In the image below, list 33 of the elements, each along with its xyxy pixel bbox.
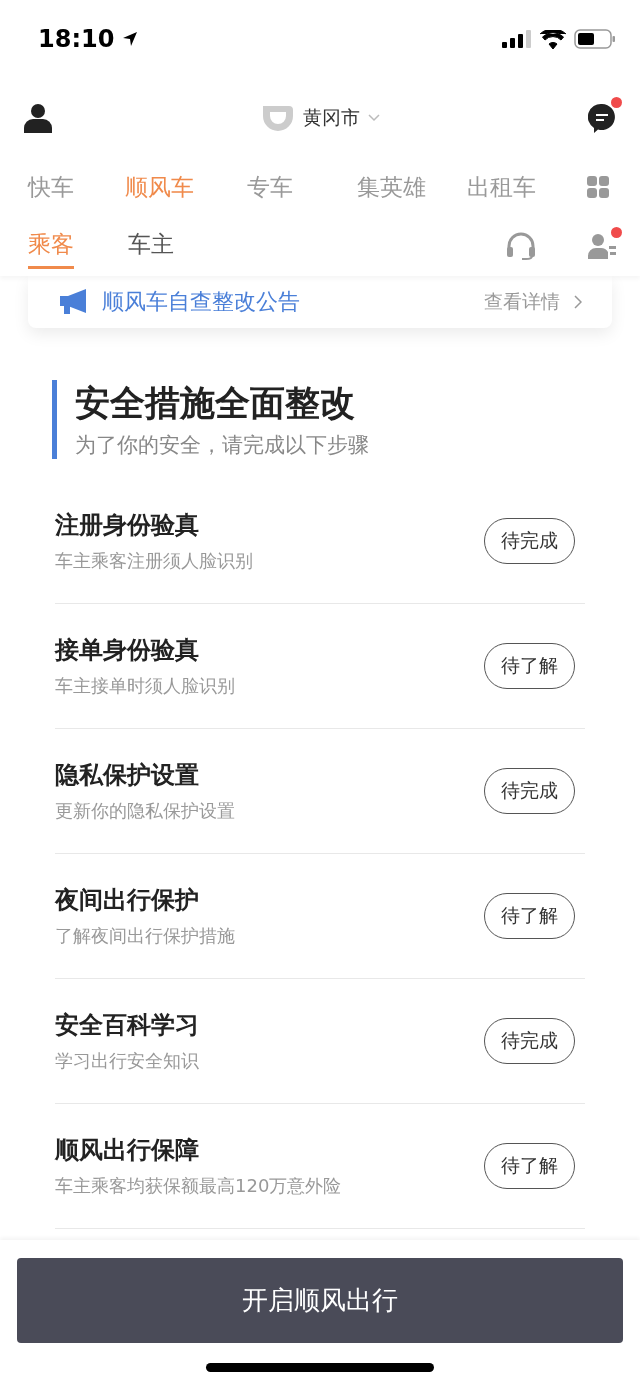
- profile-icon[interactable]: [24, 103, 52, 133]
- section-title: 安全措施全面整改: [75, 382, 356, 425]
- location-arrow-icon: [122, 31, 139, 47]
- signal-icon: [502, 30, 532, 48]
- step-description: 更新你的隐私保护设置: [55, 799, 235, 823]
- driver-profile-icon[interactable]: [588, 233, 616, 259]
- step-title: 隐私保护设置: [55, 760, 200, 791]
- section-subtitle: 为了你的安全，请完成以下步骤: [75, 432, 370, 459]
- grid-icon[interactable]: [587, 176, 609, 198]
- step-title: 接单身份验真: [55, 635, 200, 666]
- message-icon[interactable]: [588, 103, 616, 133]
- step-title: 顺风出行保障: [55, 1135, 200, 1166]
- start-button[interactable]: 开启顺风出行: [17, 1258, 623, 1343]
- city-selector[interactable]: 黄冈市: [302, 105, 360, 131]
- logo-icon: [260, 104, 295, 132]
- notice-text: 顺风车自查整改公告: [102, 288, 301, 316]
- headset-icon[interactable]: [506, 232, 536, 260]
- role-tab[interactable]: 车主: [128, 223, 174, 269]
- step-description: 车主乘客均获保额最高120万意外险: [55, 1174, 342, 1198]
- step-description: 了解夜间出行保护措施: [55, 924, 235, 948]
- step-title: 夜间出行保护: [55, 885, 200, 916]
- wifi-icon: [540, 29, 566, 49]
- chevron-right-icon[interactable]: [574, 295, 582, 309]
- status-time: 18:10: [38, 25, 115, 53]
- megaphone-icon: [58, 289, 88, 315]
- chevron-down-icon[interactable]: [367, 114, 380, 122]
- step-description: 车主接单时须人脸识别: [55, 674, 235, 698]
- step-description: 学习出行安全知识: [55, 1049, 199, 1073]
- notice-card[interactable]: 顺风车自查整改公告 查看详情: [28, 276, 612, 328]
- step-description: 车主乘客注册须人脸识别: [55, 549, 253, 573]
- step-title: 注册身份验真: [55, 510, 200, 541]
- step-title: 安全百科学习: [55, 1010, 199, 1041]
- battery-icon: [574, 29, 616, 49]
